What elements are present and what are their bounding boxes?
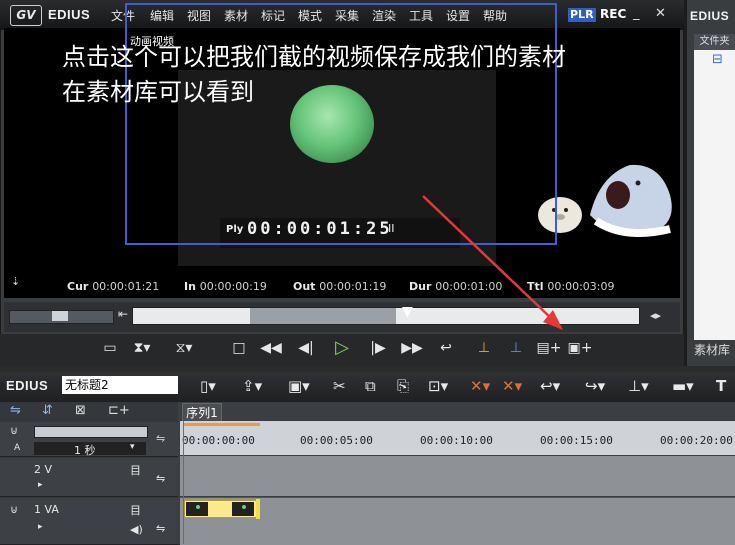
replace-icon[interactable]: ⊡▾ (428, 377, 448, 395)
ruler-label: 00:00:15:00 (540, 434, 613, 447)
app-brand: EDIUS (48, 7, 91, 22)
track-2v-lane[interactable] (180, 456, 735, 496)
in-point-icon[interactable]: ⇤ (118, 307, 128, 321)
folder-tab[interactable]: 文件夹 (694, 34, 735, 50)
step-back-icon[interactable]: ◀| (292, 337, 320, 359)
status-cur: Cur 00:00:01:21 (67, 280, 160, 293)
pointer-arrow (422, 195, 563, 330)
tutorial-caption: 点击这个可以把我们截的视频保存成我们的素材 在素材库可以看到 (62, 43, 566, 106)
delete-icon[interactable]: ✕▾ (470, 377, 490, 395)
track-patch-icon[interactable]: ⊍ (10, 503, 18, 516)
ripple-delete-icon[interactable]: ✕▾ (502, 377, 522, 395)
save-to-bin-icon[interactable]: ▣+ (566, 337, 594, 359)
expand-track-icon[interactable]: ▸ (38, 480, 43, 490)
fast-forward-icon[interactable]: ▶▶ (398, 337, 426, 359)
audio-speaker-icon[interactable]: ◀) (130, 523, 143, 536)
cut-icon[interactable]: ✂ (333, 377, 346, 395)
track-header-1va[interactable] (0, 498, 178, 545)
set-out-icon[interactable]: ⧖▾ (170, 337, 198, 359)
track-letter: A (14, 443, 21, 453)
track-icon[interactable]: ▬▾ (672, 377, 694, 395)
track-sync-1va-icon[interactable]: ⇋ (156, 522, 165, 535)
play-icon[interactable]: ▷ (328, 337, 356, 359)
timeline-brand: EDIUS (6, 378, 49, 393)
save-icon[interactable]: ▣▾ (288, 377, 310, 395)
track-name-2v: 2 V (34, 463, 53, 476)
ruler-label: 00:00:10:00 (420, 434, 493, 447)
track-sync-icon[interactable]: ⇋ (156, 472, 165, 485)
ruler-label: 00:00:05:00 (300, 434, 373, 447)
status-in: In 00:00:00:19 (184, 280, 267, 293)
insert-to-timeline-icon[interactable]: ⊥ (470, 337, 498, 359)
scale-dropdown-icon[interactable]: ▾ (130, 442, 135, 452)
rewind-icon[interactable]: ◀◀ (257, 337, 285, 359)
video-visible-icon[interactable]: 目 (130, 462, 141, 478)
timeline-cursor[interactable] (183, 421, 184, 544)
plr-badge[interactable]: PLR (568, 8, 596, 22)
bin-brand: EDIUS (690, 9, 730, 23)
sync-icon[interactable]: ⊠ (75, 403, 86, 418)
project-name[interactable]: 无标题2 (62, 376, 178, 394)
open-icon[interactable]: ⇪▾ (242, 377, 262, 395)
video-visible-1va-icon[interactable]: 目 (130, 502, 141, 518)
edius-logo: GV (10, 5, 42, 26)
folder-icon[interactable]: ⊟ (712, 52, 723, 67)
playhead-icon[interactable]: ▼ (402, 304, 413, 320)
redo-icon[interactable]: ↪▾ (585, 377, 605, 395)
stop-icon[interactable]: □ (225, 337, 253, 359)
copy-icon[interactable]: ⧉ (365, 377, 376, 395)
track-mode-icon[interactable]: ⇋ (10, 403, 21, 418)
audio-icon[interactable]: ⇣ (11, 275, 20, 288)
new-icon[interactable]: ▯▾ (200, 377, 216, 395)
ruler-label: 00:00:20:00 (660, 434, 733, 447)
status-out: Out 00:00:01:19 (293, 280, 387, 293)
step-forward-icon[interactable]: |▶ (364, 337, 392, 359)
add-to-bin-icon[interactable]: ▤+ (535, 337, 563, 359)
zoom-slider[interactable] (34, 426, 148, 438)
bin-label: 素材库 (694, 343, 731, 357)
snap-icon[interactable]: ⊥▾ (628, 377, 649, 395)
ripple-mode-icon[interactable]: ⇵ (42, 403, 53, 418)
group-icon[interactable]: ⊏+ (108, 403, 130, 418)
rec-badge[interactable]: REC (600, 7, 626, 21)
overwrite-to-timeline-icon[interactable]: ⊥ (502, 337, 530, 359)
paste-icon[interactable]: ⎘ (397, 377, 409, 395)
in-out-range (250, 308, 396, 324)
undo-icon[interactable]: ↩▾ (540, 377, 560, 395)
scale-value[interactable]: 1 秒 (74, 442, 96, 458)
title-icon[interactable]: T (716, 377, 726, 395)
marker-icon[interactable]: ▭ (96, 337, 124, 359)
track-1va-lane[interactable] (180, 497, 735, 545)
ruler-label: 00:00:00:00 (182, 434, 255, 447)
sequence-tab[interactable]: 序列1 (182, 403, 222, 423)
in-out-range-bar (184, 423, 260, 426)
loop-icon[interactable]: ◂▸ (650, 309, 661, 322)
track-header-2v[interactable] (0, 458, 178, 497)
folder-tree[interactable] (694, 50, 735, 340)
lock-icon[interactable]: ⊍ (10, 424, 18, 437)
loop-play-icon[interactable]: ↩ (432, 337, 460, 359)
expand-track-1va-icon[interactable]: ▸ (38, 522, 43, 532)
close-icon[interactable]: ✕ (655, 6, 666, 21)
minimize-icon[interactable]: _ (633, 6, 640, 21)
set-in-icon[interactable]: ⧗▾ (128, 337, 156, 359)
clip-out-handle[interactable] (256, 499, 260, 519)
clip-thumb-dot (242, 505, 246, 509)
shuttle-knob[interactable] (52, 311, 68, 321)
clip-thumb-dot (196, 505, 200, 509)
track-name-1va: 1 VA (34, 503, 59, 516)
